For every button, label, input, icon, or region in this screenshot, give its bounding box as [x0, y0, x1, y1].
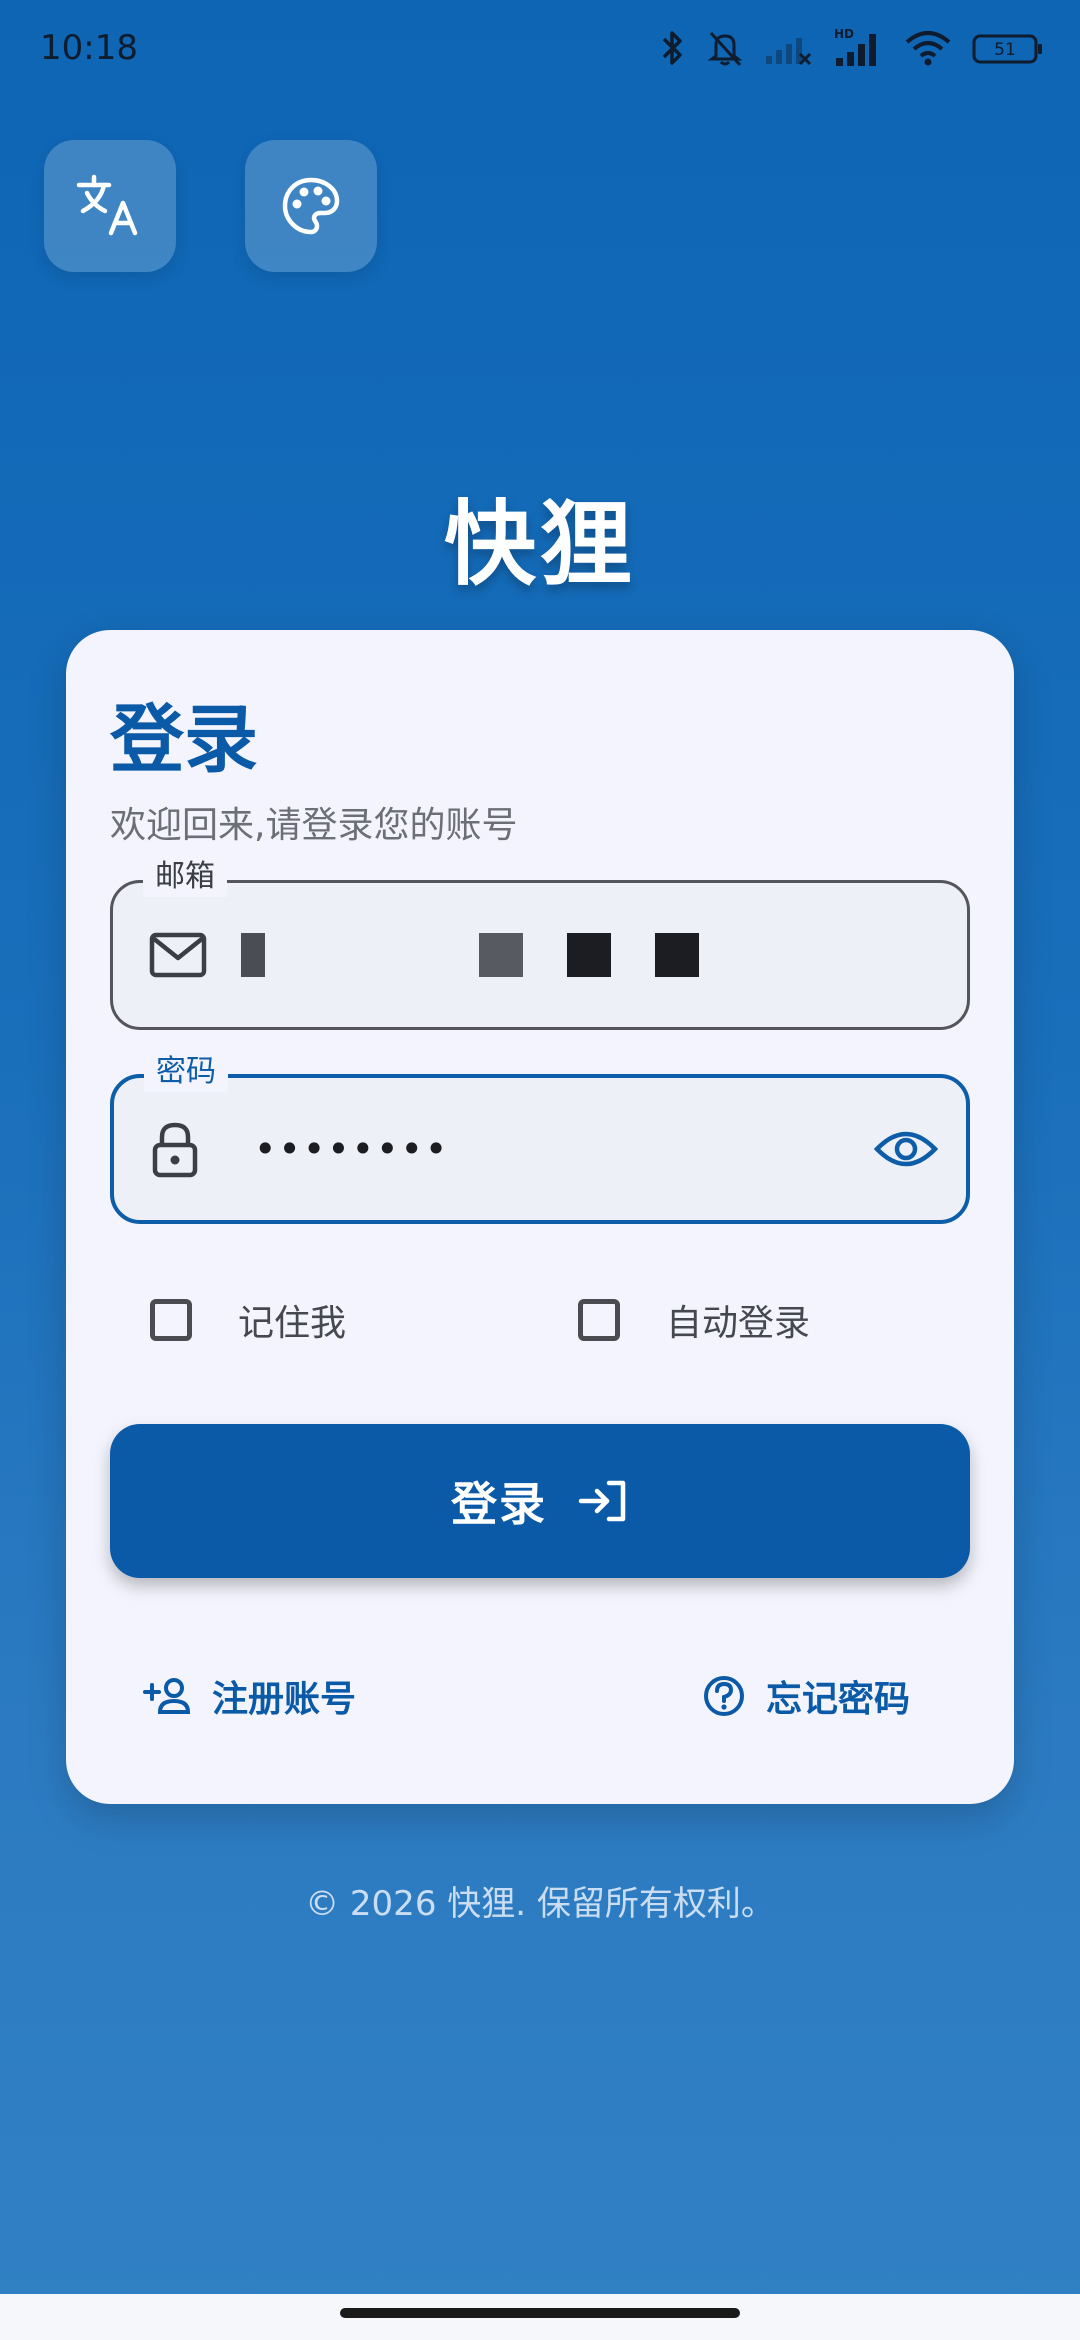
translate-icon [76, 174, 138, 236]
battery-level: 51 [994, 40, 1016, 60]
register-link[interactable]: 注册账号 [142, 1666, 356, 1726]
app-title: 快狸 [443, 491, 636, 598]
auto-login-checkbox[interactable] [578, 1299, 620, 1341]
status-bar: 10:18 HD 51 [0, 0, 1080, 96]
mail-icon [149, 932, 207, 978]
card-title: 登录 [110, 697, 258, 783]
eye-icon[interactable] [874, 1127, 938, 1171]
password-field-label: 密码 [144, 1052, 228, 1092]
password-field[interactable]: 密码 •••••••• [110, 1052, 970, 1224]
palette-icon [282, 177, 340, 235]
add-user-icon [143, 1678, 191, 1714]
wifi-icon [905, 31, 951, 66]
auto-login-label: 自动登录 [666, 1303, 811, 1344]
remember-me-label: 记住我 [238, 1303, 347, 1344]
remember-me-option[interactable]: 记住我 [150, 1290, 346, 1350]
redacted-block [241, 933, 265, 977]
forgot-password-label: 忘记密码 [766, 1679, 911, 1720]
battery-icon: 51 [972, 34, 1042, 64]
remember-me-checkbox[interactable] [150, 1299, 192, 1341]
status-time: 10:18 [40, 28, 138, 68]
login-card: 登录 欢迎回来,请登录您的账号 邮箱 密码 •••••••• 记住我 自动登录 … [66, 630, 1014, 1804]
translate-button[interactable] [44, 140, 176, 272]
bell-muted-icon [707, 31, 743, 67]
help-icon [704, 1676, 744, 1716]
status-icons: HD 51 [658, 22, 1044, 74]
theme-button[interactable] [245, 140, 377, 272]
auto-login-option[interactable]: 自动登录 [578, 1290, 810, 1350]
card-subtitle: 欢迎回来,请登录您的账号 [110, 805, 518, 846]
email-value-redacted [241, 933, 699, 977]
password-value: •••••••• [254, 1127, 450, 1171]
copyright-footer: © 2026 快狸. 保留所有权利。 [305, 1884, 775, 1924]
lock-icon [152, 1122, 198, 1178]
signal-icon-1 [766, 38, 812, 66]
signal-hd-icon: HD [834, 27, 876, 66]
redacted-block [655, 933, 699, 977]
navigation-bar [0, 2294, 1080, 2340]
bluetooth-icon [662, 31, 682, 65]
redacted-block [567, 933, 611, 977]
login-button-label: 登录 [451, 1477, 547, 1531]
email-field-label: 邮箱 [143, 857, 227, 897]
login-icon [578, 1480, 626, 1522]
svg-text:HD: HD [834, 27, 854, 41]
login-button[interactable]: 登录 [110, 1424, 970, 1578]
email-field[interactable]: 邮箱 [110, 857, 970, 1030]
redacted-block [479, 933, 523, 977]
forgot-password-link[interactable]: 忘记密码 [702, 1666, 910, 1726]
register-link-label: 注册账号 [212, 1679, 357, 1720]
gesture-handle[interactable] [340, 2308, 740, 2318]
